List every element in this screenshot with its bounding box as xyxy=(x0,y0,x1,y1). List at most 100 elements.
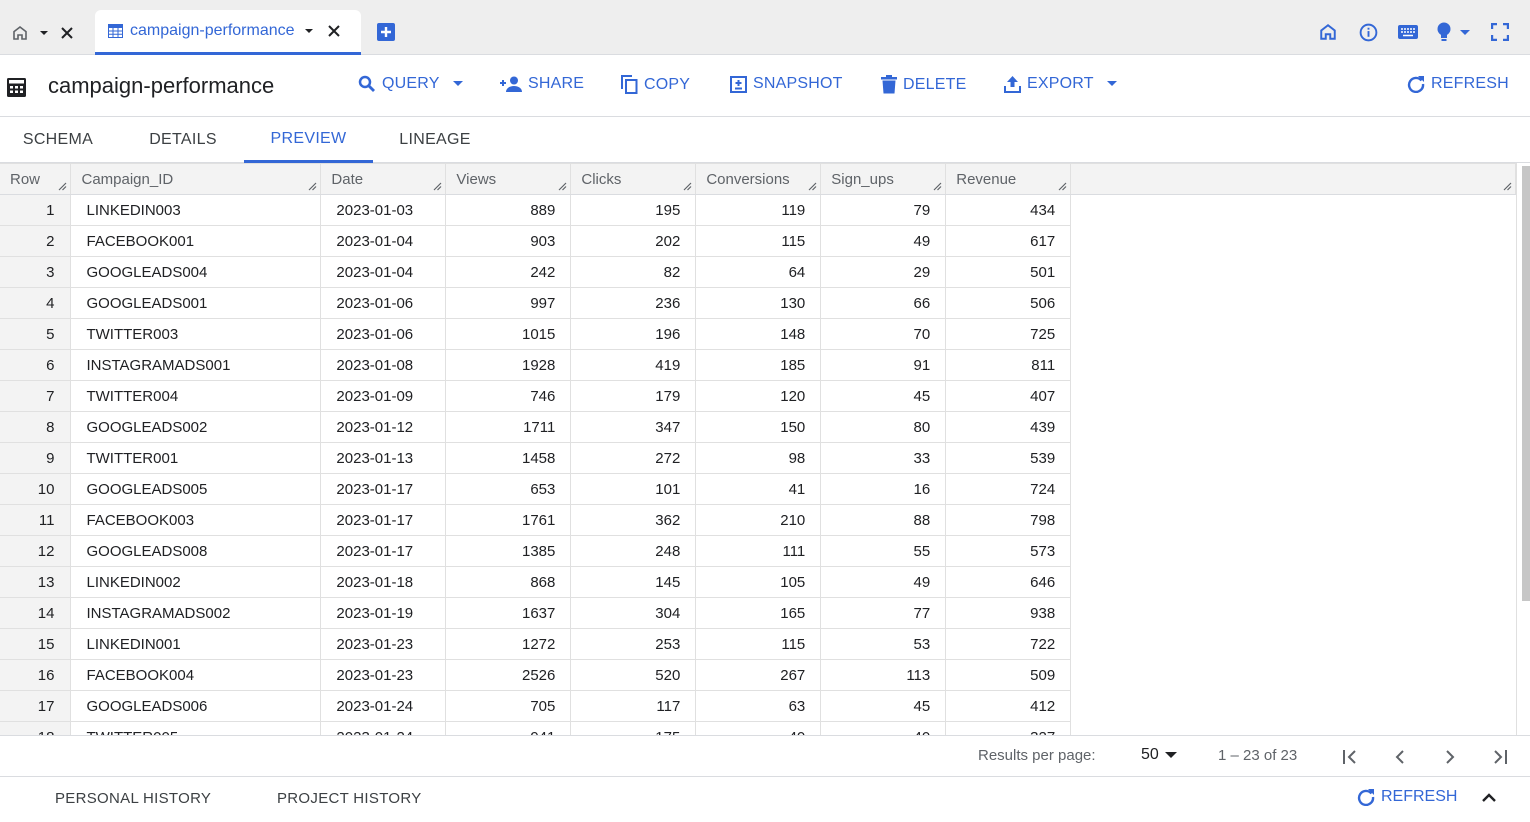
cell-conversions[interactable]: 150 xyxy=(695,411,822,443)
cell-sign-ups[interactable]: 49 xyxy=(820,566,947,598)
cell-views[interactable]: 746 xyxy=(445,380,572,412)
cell-campaign-id[interactable]: TWITTER001 xyxy=(70,442,322,474)
fullscreen-icon[interactable] xyxy=(1480,18,1520,46)
table-row[interactable]: 1 LINKEDIN003 2023-01-03 889 195 119 79 434 xyxy=(0,194,1516,226)
row-number[interactable]: 13 xyxy=(0,566,72,598)
table-row[interactable]: 8 GOOGLEADS002 2023-01-12 1711 347 150 80 439 xyxy=(0,411,1516,443)
cell-sign-ups[interactable]: 49 xyxy=(820,225,947,257)
row-number[interactable]: 2 xyxy=(0,225,72,257)
column-resize-handle-icon[interactable] xyxy=(683,182,692,191)
cell-views[interactable]: 1458 xyxy=(445,442,572,474)
cell-views[interactable]: 1272 xyxy=(445,628,572,660)
table-row[interactable]: 14 INSTAGRAMADS002 2023-01-19 1637 304 165 77 9… xyxy=(0,597,1516,629)
cell-views[interactable]: 242 xyxy=(445,256,572,288)
table-row[interactable]: 12 GOOGLEADS008 2023-01-17 1385 248 111 55 573 xyxy=(0,535,1516,567)
tab-preview[interactable]: PREVIEW xyxy=(244,117,373,163)
tab-caret-icon[interactable] xyxy=(303,25,315,37)
row-number[interactable]: 14 xyxy=(0,597,72,629)
cell-revenue[interactable]: 724 xyxy=(945,473,1072,505)
row-number[interactable]: 12 xyxy=(0,535,72,567)
cell-views[interactable]: 868 xyxy=(445,566,572,598)
table-row[interactable]: 18TWITTER0052023-01-249411754040327 xyxy=(0,721,1516,735)
cell-views[interactable]: 1928 xyxy=(445,349,572,381)
cell-views[interactable]: 653 xyxy=(445,473,572,505)
tab-lineage[interactable]: LINEAGE xyxy=(373,117,497,163)
collapse-button[interactable] xyxy=(1480,791,1498,810)
cell-views[interactable]: 903 xyxy=(445,225,572,257)
cell-campaign-id[interactable]: TWITTER005 xyxy=(70,721,322,735)
cell-clicks[interactable]: 179 xyxy=(570,380,697,412)
cell-views[interactable]: 1711 xyxy=(445,411,572,443)
table-row[interactable]: 7 TWITTER004 2023-01-09 746 179 120 45 407 xyxy=(0,380,1516,412)
cell-clicks[interactable]: 248 xyxy=(570,535,697,567)
home-tab-caret-icon[interactable] xyxy=(38,27,50,39)
column-header-clicks[interactable]: Clicks xyxy=(570,163,697,195)
cell-clicks[interactable]: 117 xyxy=(570,690,697,722)
cell-sign-ups[interactable]: 113 xyxy=(820,659,947,691)
results-per-page-select[interactable]: 50 xyxy=(1141,746,1177,764)
cell-sign-ups[interactable]: 80 xyxy=(820,411,947,443)
cell-sign-ups[interactable]: 55 xyxy=(820,535,947,567)
cell-revenue[interactable]: 506 xyxy=(945,287,1072,319)
cell-campaign-id[interactable]: FACEBOOK001 xyxy=(70,225,322,257)
row-number[interactable]: 17 xyxy=(0,690,72,722)
cell-date[interactable]: 2023-01-03 xyxy=(320,194,447,226)
cell-campaign-id[interactable]: LINKEDIN001 xyxy=(70,628,322,660)
table-row[interactable]: 5 TWITTER003 2023-01-06 1015 196 148 70 725 xyxy=(0,318,1516,350)
cell-revenue[interactable]: 617 xyxy=(945,225,1072,257)
cell-campaign-id[interactable]: TWITTER004 xyxy=(70,380,322,412)
cell-date[interactable]: 2023-01-06 xyxy=(320,318,447,350)
table-row[interactable]: 3 GOOGLEADS004 2023-01-04 242 82 64 29 501 xyxy=(0,256,1516,288)
cell-campaign-id[interactable]: FACEBOOK004 xyxy=(70,659,322,691)
cell-sign-ups[interactable]: 45 xyxy=(820,690,947,722)
cell-revenue[interactable]: 407 xyxy=(945,380,1072,412)
cell-campaign-id[interactable]: INSTAGRAMADS002 xyxy=(70,597,322,629)
cell-conversions[interactable]: 165 xyxy=(695,597,822,629)
cell-campaign-id[interactable]: GOOGLEADS002 xyxy=(70,411,322,443)
tab-personal-history[interactable]: PERSONAL HISTORY xyxy=(55,790,211,807)
tab-campaign-performance[interactable]: campaign-performance xyxy=(95,10,361,55)
row-number[interactable]: 1 xyxy=(0,194,72,226)
cell-campaign-id[interactable]: LINKEDIN003 xyxy=(70,194,322,226)
query-button[interactable]: QUERY xyxy=(358,75,464,93)
cell-date[interactable]: 2023-01-17 xyxy=(320,535,447,567)
tab-project-history[interactable]: PROJECT HISTORY xyxy=(277,790,422,807)
scrollbar-thumb[interactable] xyxy=(1522,166,1530,601)
cell-views[interactable]: 997 xyxy=(445,287,572,319)
cell-clicks[interactable]: 196 xyxy=(570,318,697,350)
cell-campaign-id[interactable]: LINKEDIN002 xyxy=(70,566,322,598)
cell-clicks[interactable]: 347 xyxy=(570,411,697,443)
cell-revenue[interactable]: 539 xyxy=(945,442,1072,474)
row-number[interactable]: 10 xyxy=(0,473,72,505)
cell-clicks[interactable]: 272 xyxy=(570,442,697,474)
cell-date[interactable]: 2023-01-17 xyxy=(320,504,447,536)
cell-date[interactable]: 2023-01-24 xyxy=(320,721,447,735)
table-row[interactable]: 16 FACEBOOK004 2023-01-23 2526 520 267 113 509 xyxy=(0,659,1516,691)
cell-campaign-id[interactable]: GOOGLEADS001 xyxy=(70,287,322,319)
cell-views[interactable]: 1761 xyxy=(445,504,572,536)
cell-date[interactable]: 2023-01-12 xyxy=(320,411,447,443)
table-row[interactable]: 13 LINKEDIN002 2023-01-18 868 145 105 49 646 xyxy=(0,566,1516,598)
home-tab-close-icon[interactable] xyxy=(60,26,74,40)
cell-clicks[interactable]: 175 xyxy=(570,721,697,735)
row-number[interactable]: 6 xyxy=(0,349,72,381)
cell-campaign-id[interactable]: TWITTER003 xyxy=(70,318,322,350)
column-header-views[interactable]: Views xyxy=(445,163,572,195)
cell-conversions[interactable]: 115 xyxy=(695,225,822,257)
cell-date[interactable]: 2023-01-09 xyxy=(320,380,447,412)
tab-details[interactable]: DETAILS xyxy=(121,117,245,163)
cell-clicks[interactable]: 253 xyxy=(570,628,697,660)
cell-date[interactable]: 2023-01-23 xyxy=(320,628,447,660)
cell-sign-ups[interactable]: 29 xyxy=(820,256,947,288)
cell-conversions[interactable]: 119 xyxy=(695,194,822,226)
cell-sign-ups[interactable]: 16 xyxy=(820,473,947,505)
column-resize-handle-icon[interactable] xyxy=(933,182,942,191)
tab-close-icon[interactable] xyxy=(327,24,341,38)
cell-clicks[interactable]: 82 xyxy=(570,256,697,288)
cell-conversions[interactable]: 148 xyxy=(695,318,822,350)
column-resize-handle-icon[interactable] xyxy=(433,182,442,191)
row-number[interactable]: 5 xyxy=(0,318,72,350)
column-header-row[interactable]: Row xyxy=(0,163,72,195)
column-resize-handle-icon[interactable] xyxy=(58,182,67,191)
cell-views[interactable]: 705 xyxy=(445,690,572,722)
